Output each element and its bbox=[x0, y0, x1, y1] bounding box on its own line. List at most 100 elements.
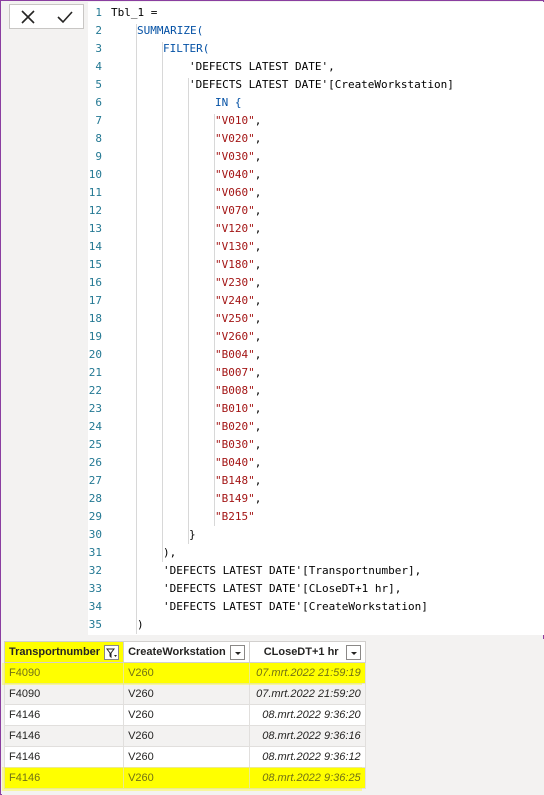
cell-transportnumber: F4090 bbox=[3, 683, 125, 705]
code-text: "V230", bbox=[215, 274, 261, 292]
code-line: 21 "B007", bbox=[88, 364, 544, 382]
code-text: "B007", bbox=[215, 364, 261, 382]
dax-formula-editor[interactable]: 1 Tbl_1 = 2 SUMMARIZE(3 FILTER(4 'DEFECTS LAT… bbox=[88, 2, 544, 635]
code-token: ), bbox=[163, 546, 177, 559]
code-line: 29 "B215" bbox=[88, 508, 544, 526]
line-number: 20 bbox=[88, 348, 102, 361]
code-line: 7 "V010", bbox=[88, 112, 544, 130]
line-number: 2 bbox=[95, 24, 102, 37]
code-text: "B149", bbox=[215, 490, 261, 508]
code-text: "B010", bbox=[215, 400, 261, 418]
code-token: 'DEFECTS LATEST DATE', bbox=[189, 60, 335, 73]
line-number: 7 bbox=[95, 114, 102, 127]
string-literal: "V240" bbox=[215, 294, 255, 307]
code-text: ), bbox=[163, 544, 176, 562]
code-line: 8 "V020", bbox=[88, 130, 544, 148]
code-token: } bbox=[189, 528, 196, 541]
cell-createworkstation: V260 bbox=[123, 767, 250, 789]
table-header-row: Transportnumber CreateWorkstation CLoseD… bbox=[3, 641, 366, 663]
cancel-formula-button[interactable] bbox=[10, 5, 47, 28]
code-line: 14 "V130", bbox=[88, 238, 544, 256]
code-text: "B148", bbox=[215, 472, 261, 490]
code-line: 23 "B010", bbox=[88, 400, 544, 418]
string-literal: "B040" bbox=[215, 456, 255, 469]
line-number: 4 bbox=[95, 60, 102, 73]
commit-formula-button[interactable] bbox=[47, 5, 84, 28]
cell-transportnumber: F4146 bbox=[3, 725, 125, 747]
code-token: , bbox=[254, 168, 262, 181]
table-row[interactable]: F4146 V260 08.mrt.2022 9:36:16 bbox=[3, 725, 366, 747]
code-line: 15 "V180", bbox=[88, 256, 544, 274]
results-table: Transportnumber CreateWorkstation CLoseD… bbox=[3, 641, 366, 789]
line-number: 32 bbox=[88, 564, 102, 577]
string-literal: "V180" bbox=[215, 258, 255, 271]
line-number: 27 bbox=[88, 474, 102, 487]
string-literal: "B004" bbox=[215, 348, 255, 361]
code-line: 17 "V240", bbox=[88, 292, 544, 310]
cell-transportnumber: F4146 bbox=[3, 704, 125, 726]
line-number: 14 bbox=[88, 240, 102, 253]
code-text: "B040", bbox=[215, 454, 261, 472]
code-line: 30} bbox=[88, 526, 544, 544]
string-literal: "B215" bbox=[215, 510, 255, 523]
dropdown-icon[interactable] bbox=[345, 644, 361, 660]
formula-commit-cancel-group bbox=[9, 4, 84, 29]
code-token: , bbox=[254, 240, 262, 253]
line-number: 26 bbox=[88, 456, 102, 469]
code-token: 'DEFECTS LATEST DATE'[CLoseDT+1 hr], bbox=[163, 582, 402, 595]
column-header-transportnumber[interactable]: Transportnumber bbox=[3, 641, 125, 663]
cell-createworkstation: V260 bbox=[123, 662, 250, 684]
code-text: "B030", bbox=[215, 436, 261, 454]
string-literal: "V030" bbox=[215, 150, 255, 163]
code-line: 24 "B020", bbox=[88, 418, 544, 436]
code-token: , bbox=[254, 330, 262, 343]
table-row[interactable]: F4146 V260 08.mrt.2022 9:36:20 bbox=[3, 704, 366, 726]
code-line: 10 "V040", bbox=[88, 166, 544, 184]
string-literal: "V130" bbox=[215, 240, 255, 253]
code-token: , bbox=[254, 150, 262, 163]
dropdown-icon[interactable] bbox=[229, 644, 245, 660]
code-token: ) bbox=[137, 618, 144, 631]
table-row[interactable]: F4146 V260 08.mrt.2022 9:36:25 bbox=[3, 767, 366, 789]
string-literal: "B008" bbox=[215, 384, 255, 397]
cell-createworkstation: V260 bbox=[123, 704, 250, 726]
line-number: 11 bbox=[88, 186, 102, 199]
code-text: "B004", bbox=[215, 346, 261, 364]
code-line: 26 "B040", bbox=[88, 454, 544, 472]
code-token: , bbox=[254, 114, 262, 127]
code-text: "V010", bbox=[215, 112, 261, 130]
indent-guide bbox=[162, 42, 163, 562]
code-text: "V260", bbox=[215, 328, 261, 346]
table-row[interactable]: F4090 V260 07.mrt.2022 21:59:20 bbox=[3, 683, 366, 705]
code-text: FILTER( bbox=[163, 40, 209, 58]
table-row[interactable]: F4090 V260 07.mrt.2022 21:59:19 bbox=[3, 662, 366, 684]
code-text: "V130", bbox=[215, 238, 261, 256]
code-line: 1 Tbl_1 = bbox=[88, 4, 544, 22]
string-literal: "B148" bbox=[215, 474, 255, 487]
line-number: 9 bbox=[95, 150, 102, 163]
table-row[interactable]: F4146 V260 08.mrt.2022 9:36:12 bbox=[3, 746, 366, 768]
cell-closedt: 08.mrt.2022 9:36:12 bbox=[248, 746, 366, 768]
code-text: 'DEFECTS LATEST DATE'[CreateWorkstation] bbox=[189, 76, 454, 94]
code-line: 18 "V250", bbox=[88, 310, 544, 328]
string-literal: "B030" bbox=[215, 438, 255, 451]
code-text: "V030", bbox=[215, 148, 261, 166]
checkmark-icon bbox=[57, 10, 73, 23]
column-header-closedt[interactable]: CLoseDT+1 hr bbox=[248, 641, 366, 663]
code-line: 11 "V060", bbox=[88, 184, 544, 202]
code-line: 22 "B008", bbox=[88, 382, 544, 400]
code-text: "V120", bbox=[215, 220, 261, 238]
cell-closedt: 08.mrt.2022 9:36:20 bbox=[248, 704, 366, 726]
code-text: "V060", bbox=[215, 184, 261, 202]
code-text: "V070", bbox=[215, 202, 261, 220]
code-line: 4 'DEFECTS LATEST DATE', bbox=[88, 58, 544, 76]
column-header-createworkstation[interactable]: CreateWorkstation bbox=[123, 641, 250, 663]
line-number: 22 bbox=[88, 384, 102, 397]
code-token: , bbox=[254, 204, 262, 217]
code-text: "V040", bbox=[215, 166, 261, 184]
filter-applied-icon[interactable] bbox=[104, 644, 120, 660]
code-token: , bbox=[254, 420, 262, 433]
code-line: 25 "B030", bbox=[88, 436, 544, 454]
code-line: 5 'DEFECTS LATEST DATE'[CreateWorkstation… bbox=[88, 76, 544, 94]
code-text: } bbox=[189, 526, 196, 544]
